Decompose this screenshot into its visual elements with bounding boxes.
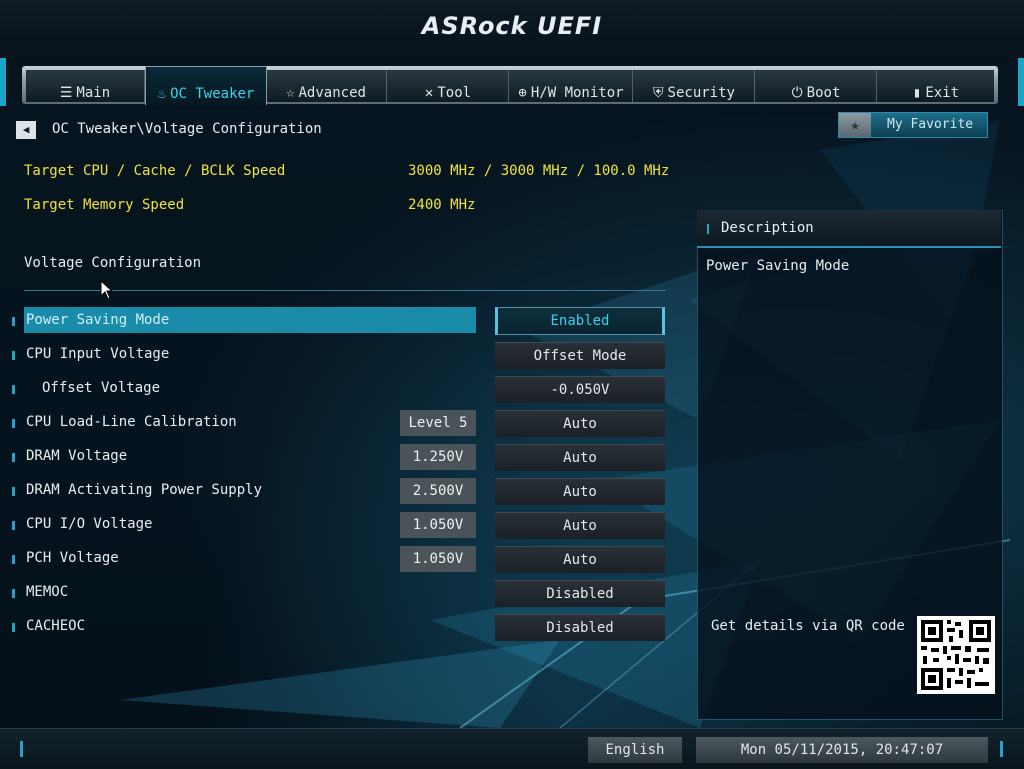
- setting-label: DRAM Voltage: [26, 448, 128, 464]
- list-icon: ☰: [59, 85, 73, 101]
- language-button[interactable]: English: [588, 737, 682, 763]
- setting-label: MEMOC: [26, 584, 69, 600]
- setting-value-button[interactable]: Auto: [495, 444, 665, 471]
- row-marker: [12, 385, 15, 394]
- setting-label: CPU Input Voltage: [26, 346, 170, 362]
- target-memory-value: 2400 MHz: [408, 197, 476, 213]
- setting-readout: 1.050V: [400, 512, 476, 538]
- setting-value-button[interactable]: Auto: [495, 478, 665, 505]
- setting-power-saving-mode[interactable]: Power Saving Mode Enabled: [10, 307, 666, 335]
- setting-value-button[interactable]: Auto: [495, 546, 665, 573]
- tab-exit[interactable]: ▮ Exit: [878, 70, 994, 102]
- header-bar: ASRock UEFI: [0, 0, 1024, 62]
- setting-offset-voltage[interactable]: Offset Voltage -0.050V: [10, 375, 666, 403]
- my-favorite-button[interactable]: ★ My Favorite: [838, 112, 988, 138]
- setting-label: CACHEOC: [26, 618, 86, 634]
- setting-cpu-input-voltage[interactable]: CPU Input Voltage Offset Mode: [10, 341, 666, 369]
- brand-logo: ASRock UEFI: [421, 12, 603, 40]
- row-marker: [12, 453, 15, 462]
- setting-value-button[interactable]: Auto: [495, 410, 665, 437]
- setting-value-button[interactable]: -0.050V: [495, 376, 665, 403]
- section-title: Voltage Configuration: [24, 255, 202, 271]
- qr-code-icon: [917, 616, 995, 694]
- setting-dram-activating-power-supply[interactable]: DRAM Activating Power Supply 2.500V Auto: [10, 477, 666, 505]
- description-text: Power Saving Mode: [706, 258, 850, 274]
- header-accent-right: [1018, 58, 1024, 106]
- tab-hw-monitor[interactable]: ⊕ H/W Monitor: [510, 70, 633, 102]
- setting-cpu-io-voltage[interactable]: CPU I/O Voltage 1.050V Auto: [10, 511, 666, 539]
- setting-memoc[interactable]: MEMOC Disabled: [10, 579, 666, 607]
- wrench-icon: ✕: [424, 85, 434, 101]
- row-marker: [12, 317, 15, 326]
- setting-value-button[interactable]: Disabled: [495, 580, 665, 607]
- setting-pch-voltage[interactable]: PCH Voltage 1.050V Auto: [10, 545, 666, 573]
- my-favorite-label: My Favorite: [887, 117, 974, 132]
- header-accent-left: [0, 58, 6, 106]
- back-button[interactable]: ◀: [16, 121, 36, 139]
- setting-dram-voltage[interactable]: DRAM Voltage 1.250V Auto: [10, 443, 666, 471]
- row-marker: [12, 351, 15, 360]
- flame-icon: ♨: [157, 86, 167, 102]
- row-marker: [12, 555, 15, 564]
- row-marker: [12, 419, 15, 428]
- setting-cpu-load-line-calibration[interactable]: CPU Load-Line Calibration Level 5 Auto: [10, 409, 666, 437]
- shield-icon: ⛨: [653, 85, 664, 101]
- back-arrow-icon: ◀: [22, 123, 30, 136]
- setting-label: DRAM Activating Power Supply: [26, 482, 263, 498]
- description-title: Description: [721, 220, 814, 236]
- tab-tool[interactable]: ✕ Tool: [388, 70, 509, 102]
- description-header: Description: [697, 210, 1001, 248]
- setting-value-button[interactable]: Disabled: [495, 614, 665, 641]
- setting-label: PCH Voltage: [26, 550, 119, 566]
- door-icon: ▮: [912, 85, 922, 101]
- footer-marker: [20, 741, 23, 757]
- tab-main[interactable]: ☰ Main: [26, 70, 145, 102]
- setting-value-button[interactable]: Offset Mode: [495, 342, 665, 369]
- setting-readout: 1.250V: [400, 444, 476, 470]
- monitor-icon: ⊕: [518, 85, 527, 101]
- row-marker: [12, 623, 15, 632]
- tab-boot[interactable]: ⏻ Boot: [756, 70, 877, 102]
- setting-readout: 1.050V: [400, 546, 476, 572]
- tab-oc-tweaker[interactable]: ♨ OC Tweaker: [145, 66, 267, 105]
- setting-label: CPU I/O Voltage: [26, 516, 153, 532]
- setting-readout: 2.500V: [400, 478, 476, 504]
- footer-marker: [1000, 741, 1003, 757]
- star-icon: ★: [839, 113, 871, 137]
- datetime-display: Mon 05/11/2015, 20:47:07: [696, 737, 988, 763]
- row-marker: [12, 521, 15, 530]
- breadcrumb: OC Tweaker\Voltage Configuration: [52, 121, 322, 137]
- tab-advanced[interactable]: ☆ Advanced: [266, 70, 387, 102]
- setting-cacheoc[interactable]: CACHEOC Disabled: [10, 613, 666, 641]
- mouse-cursor-icon: [100, 279, 114, 304]
- star-icon: ☆: [286, 85, 295, 101]
- row-marker: [12, 487, 15, 496]
- target-memory-label: Target Memory Speed: [24, 197, 185, 213]
- tab-security[interactable]: ⛨ Security: [634, 70, 755, 102]
- qr-caption: Get details via QR code: [711, 618, 905, 634]
- setting-label: Offset Voltage: [42, 380, 161, 396]
- setting-value-button[interactable]: Enabled: [495, 307, 665, 335]
- header-marker: [707, 224, 709, 234]
- section-divider: [24, 290, 666, 291]
- setting-label: CPU Load-Line Calibration: [26, 414, 237, 430]
- setting-label: Power Saving Mode: [26, 312, 170, 328]
- target-cpu-label: Target CPU / Cache / BCLK Speed: [24, 163, 286, 179]
- power-icon: ⏻: [791, 85, 803, 101]
- target-cpu-value: 3000 MHz / 3000 MHz / 100.0 MHz: [408, 163, 670, 179]
- setting-value-button[interactable]: Auto: [495, 512, 665, 539]
- row-marker: [12, 589, 15, 598]
- setting-readout: Level 5: [400, 410, 476, 436]
